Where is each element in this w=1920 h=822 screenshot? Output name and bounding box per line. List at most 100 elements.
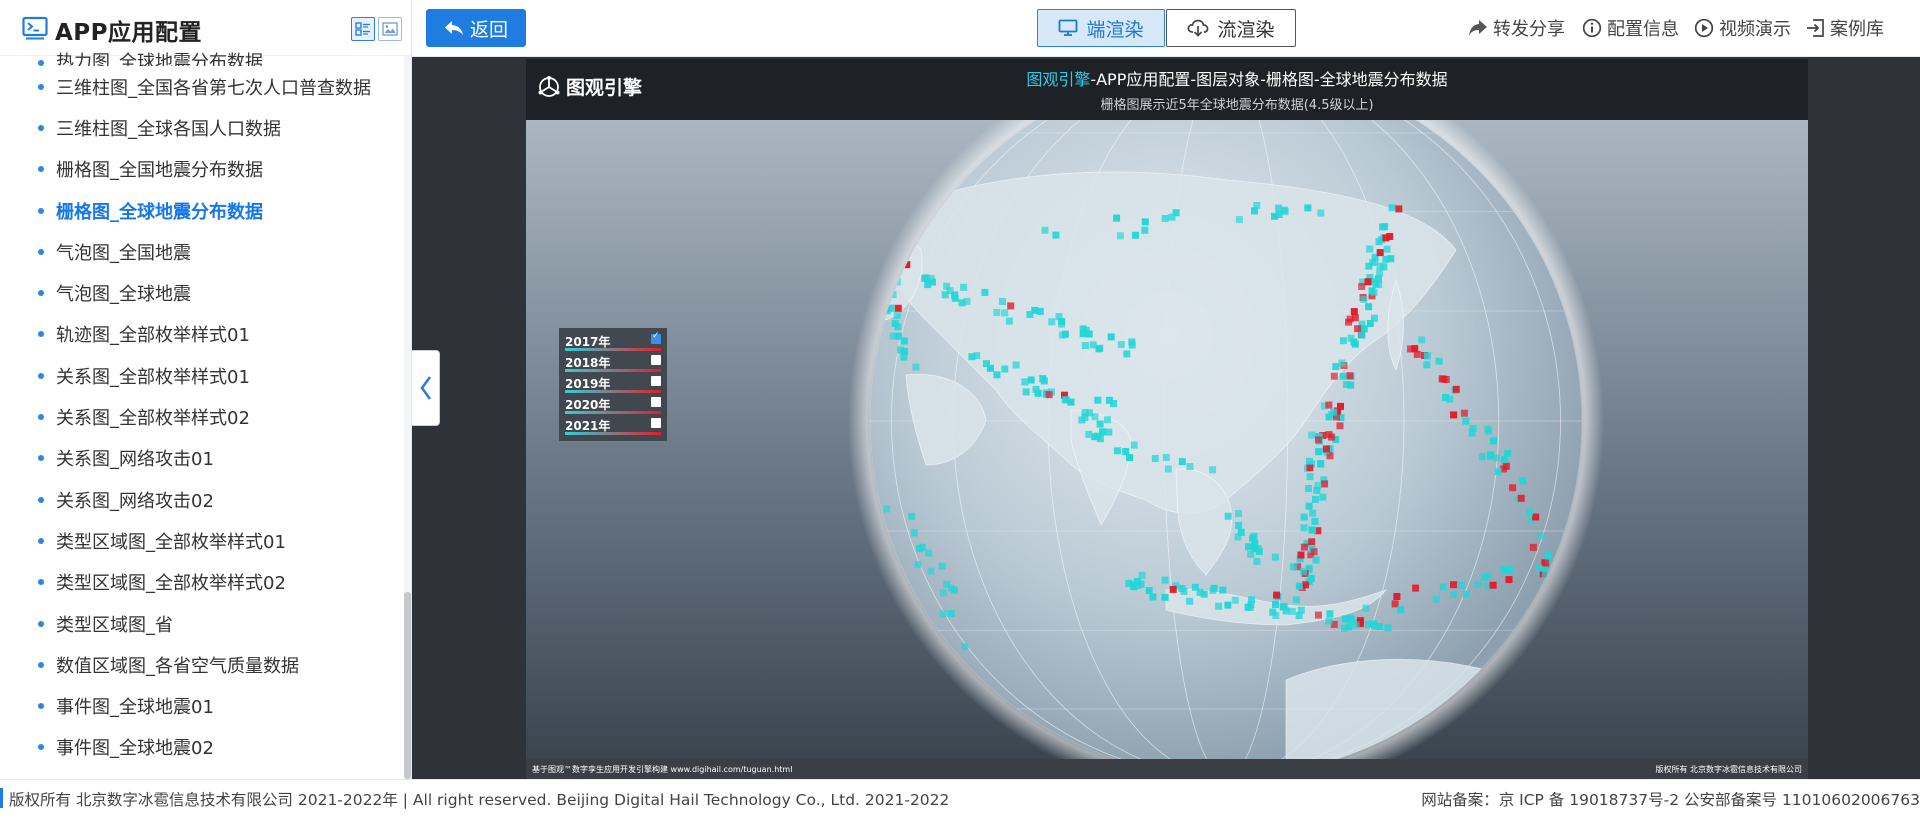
- earthquake-cell: [1365, 303, 1373, 311]
- earthquake-cell: [1487, 451, 1495, 459]
- earthquake-cell: [1224, 512, 1232, 520]
- menu-item[interactable]: 关系图_全部枚举样式01: [0, 355, 404, 396]
- earthquake-cell: [1116, 232, 1124, 240]
- bullet-icon: [38, 579, 44, 586]
- earthquake-cell: [1130, 441, 1138, 449]
- earthquake-cell: [1251, 545, 1259, 553]
- terminal-icon: [22, 16, 48, 40]
- bullet-icon: [38, 60, 44, 66]
- menu-item[interactable]: 热力图_全球地震分布数据: [0, 52, 404, 66]
- earthquake-cell: [1186, 597, 1194, 605]
- viewport-title-accent: 图观引擎: [1026, 70, 1091, 89]
- menu-item[interactable]: 气泡图_全球地震: [0, 272, 404, 313]
- bullet-icon: [38, 703, 44, 710]
- earthquake-cell: [1310, 548, 1318, 556]
- earthquake-cell: [1458, 581, 1466, 589]
- earthquake-cell: [983, 360, 990, 368]
- earthquake-cell: [1450, 581, 1458, 589]
- menu-item[interactable]: 栅格图_全球地震分布数据: [0, 190, 404, 231]
- earthquake-cell: [894, 323, 902, 331]
- earthquake-cell: [961, 643, 969, 651]
- thumbnail-view-toggle[interactable]: [378, 17, 402, 41]
- earthquake-cell: [1178, 458, 1186, 466]
- earthquake-cell: [1345, 318, 1352, 326]
- render-viewport[interactable]: 图观引擎 图观引擎-APP应用配置-图层对象-栅格图-全球地震分布数据 栅格图展…: [526, 59, 1808, 779]
- case-library-label: 案例库: [1830, 19, 1884, 40]
- sidebar-scrollbar-thumb[interactable]: [404, 592, 411, 779]
- menu-item-label: 关系图_全部枚举样式02: [56, 408, 250, 430]
- earthquake-cell: [1478, 453, 1486, 461]
- earthquake-cell: [1300, 513, 1308, 521]
- year-checkbox[interactable]: [651, 376, 661, 386]
- video-demo-link[interactable]: 视频演示: [1694, 16, 1791, 40]
- menu-item[interactable]: 轨迹图_全部枚举样式01: [0, 314, 404, 355]
- year-checkbox[interactable]: [651, 418, 661, 428]
- menu-item-label: 数值区域图_各省空气质量数据: [56, 655, 299, 677]
- earthquake-cell: [1314, 436, 1322, 444]
- earthquake-cell: [1052, 231, 1060, 239]
- earthquake-cell: [1350, 338, 1358, 346]
- earthquake-cell: [947, 610, 955, 618]
- menu-item[interactable]: 类型区域图_全部枚举样式02: [0, 562, 404, 603]
- menu-item[interactable]: 类型区域图_全部枚举样式01: [0, 520, 404, 561]
- config-info-link[interactable]: 配置信息: [1582, 16, 1679, 40]
- earthquake-cell: [1376, 269, 1384, 277]
- earthquake-cell: [1308, 431, 1316, 439]
- menu-item[interactable]: 事件图_全球地震02: [0, 727, 404, 768]
- menu-item-label: 栅格图_全国地震分布数据: [56, 160, 263, 182]
- list-view-toggle[interactable]: [351, 17, 375, 41]
- menu-item[interactable]: 栅格图_全国地震分布数据: [0, 149, 404, 190]
- menu-item[interactable]: 关系图_全部枚举样式02: [0, 396, 404, 437]
- earthquake-cell: [1271, 212, 1278, 220]
- earthquake-cell: [1364, 620, 1372, 628]
- back-arrow-icon: [444, 21, 463, 35]
- earthquake-cell: [1209, 466, 1217, 474]
- earthquake-cell: [1393, 593, 1401, 600]
- earthquake-cell: [1366, 245, 1374, 253]
- sidebar-collapse-button[interactable]: [412, 350, 440, 426]
- menu-item[interactable]: 三维柱图_全球各国人口数据: [0, 107, 404, 148]
- menu-item[interactable]: 数值区域图_各省空气质量数据: [0, 644, 404, 685]
- earthquake-cell: [1489, 581, 1497, 589]
- year-checkbox[interactable]: [651, 331, 661, 344]
- menu-item[interactable]: 三维柱图_全国各省第七次人口普查数据: [0, 66, 404, 107]
- earthquake-cell: [1081, 409, 1089, 417]
- back-button[interactable]: 返回: [426, 9, 526, 47]
- earthquake-cell: [1494, 468, 1502, 476]
- earthquake-cell: [1350, 308, 1358, 316]
- case-library-link[interactable]: 案例库: [1805, 16, 1884, 40]
- share-link[interactable]: 转发分享: [1468, 16, 1565, 40]
- menu-item[interactable]: 气泡图_全国地震: [0, 231, 404, 272]
- earthquake-cell: [1326, 610, 1334, 618]
- earthquake-cell: [999, 298, 1006, 305]
- earthquake-cell: [1384, 624, 1392, 632]
- year-checkbox[interactable]: [651, 355, 661, 365]
- year-checkbox[interactable]: [651, 397, 661, 407]
- earthquake-cell: [1536, 564, 1544, 572]
- earthquake-cell: [1462, 590, 1470, 598]
- menu-item[interactable]: 类型区域图_省: [0, 603, 404, 644]
- menu-item[interactable]: 关系图_网络攻击01: [0, 438, 404, 479]
- earthquake-cell: [1358, 283, 1366, 290]
- year-legend-row: 2021年: [565, 417, 663, 438]
- year-legend-row: 2017年: [565, 331, 663, 354]
- stream-render-button[interactable]: 流渲染: [1166, 9, 1296, 47]
- menu-item[interactable]: 事件图_全球地震01: [0, 685, 404, 726]
- earthquake-cell: [1295, 612, 1303, 619]
- bullet-icon: [38, 496, 44, 503]
- earthquake-cell: [1235, 521, 1243, 529]
- earthquake-cell: [1423, 361, 1431, 369]
- login-icon: [1807, 19, 1824, 37]
- earthquake-cell: [1328, 433, 1336, 441]
- earthquake-cell: [925, 549, 933, 557]
- menu-item[interactable]: 关系图_网络攻击02: [0, 479, 404, 520]
- earthquake-cell: [1442, 393, 1449, 401]
- earthquake-cell: [897, 346, 904, 354]
- earthquake-cell: [1376, 262, 1384, 270]
- menu-item-label: 类型区域图_全部枚举样式02: [56, 573, 286, 595]
- client-render-button[interactable]: 端渲染: [1037, 9, 1165, 47]
- monitor-icon: [1059, 19, 1078, 36]
- globe-scene[interactable]: [526, 120, 1808, 759]
- earthquake-cell: [939, 589, 947, 597]
- menu-item-label: 类型区域图_省: [56, 614, 173, 636]
